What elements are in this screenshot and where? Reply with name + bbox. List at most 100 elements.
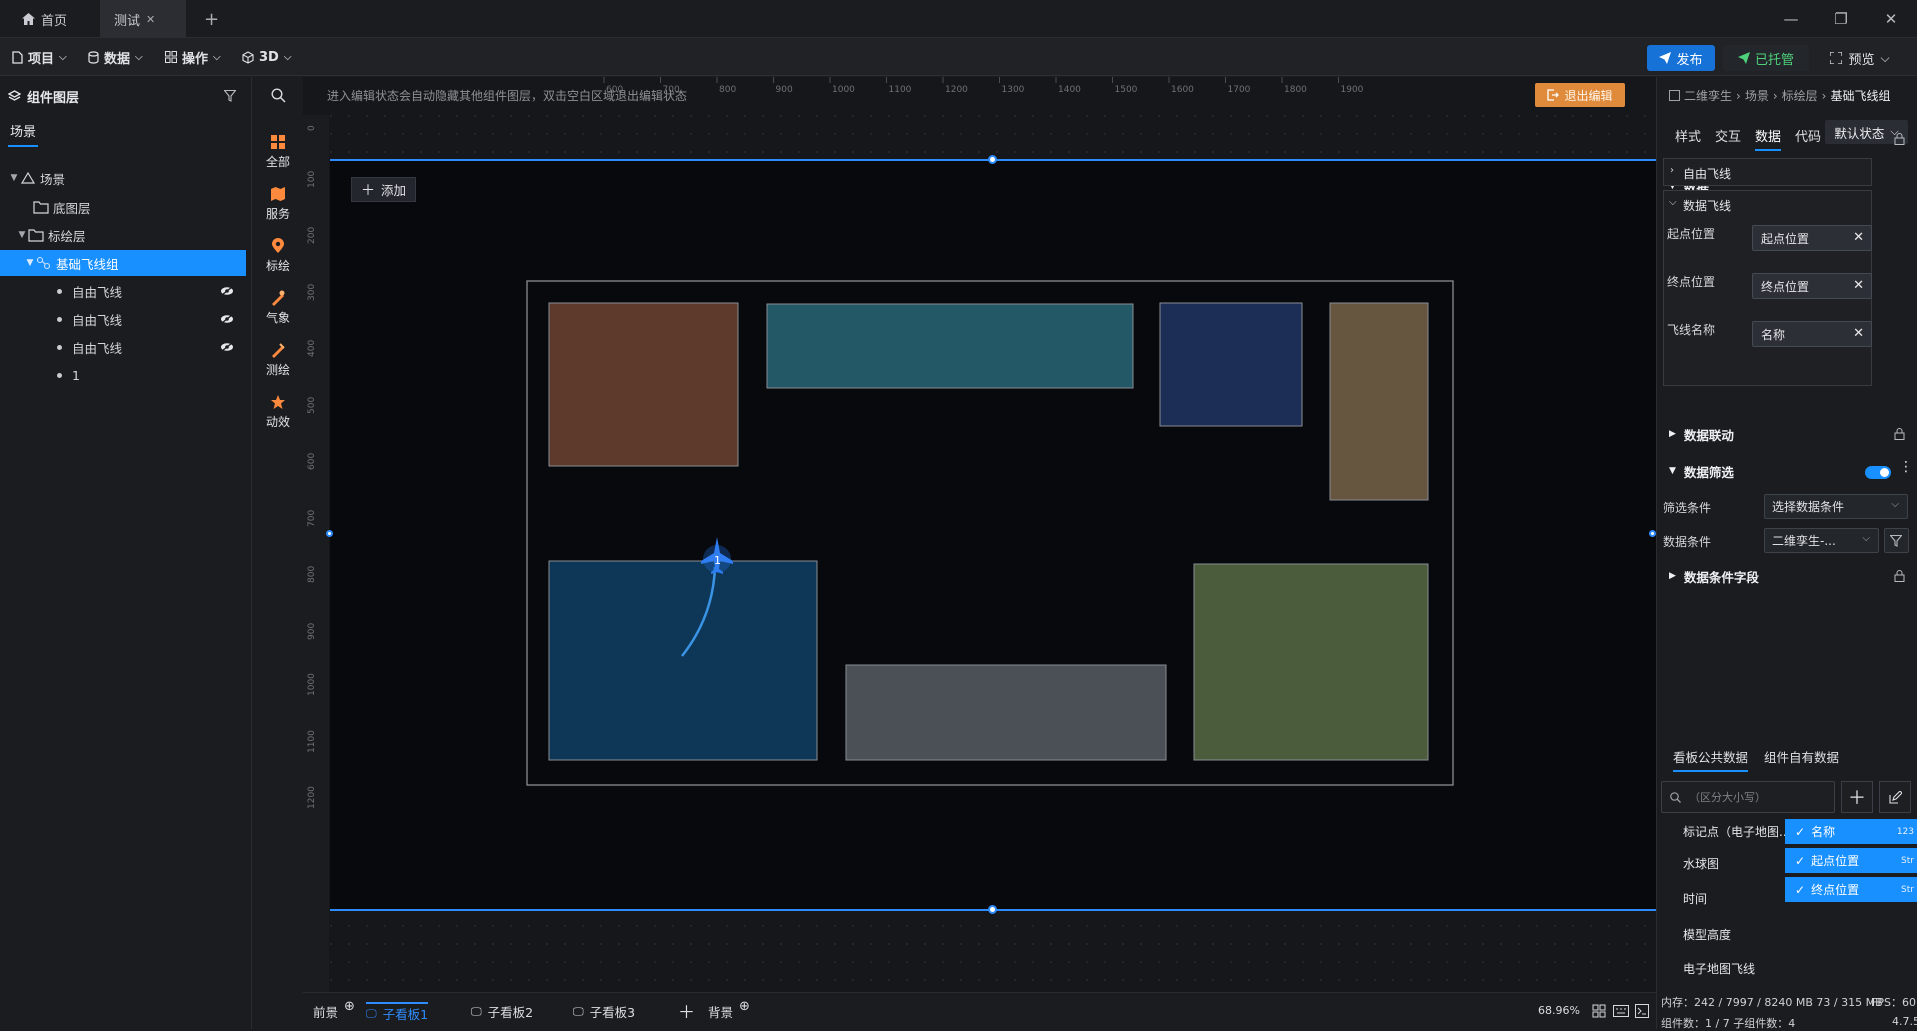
restore-button[interactable]: ❐ <box>1830 8 1852 30</box>
tab-interaction[interactable]: 交互 <box>1715 126 1741 145</box>
tab-scene[interactable]: 场景 <box>8 121 39 147</box>
zoom-level[interactable]: 68.96% <box>1538 1004 1580 1017</box>
clear-icon[interactable]: ✕ <box>1853 326 1864 341</box>
end-position-field[interactable]: 终点位置 ✕ <box>1752 273 1872 299</box>
tree-item-basemap-layer[interactable]: 底图层 <box>0 194 246 220</box>
field-start-checked[interactable]: ✓ 起点位置 Str <box>1785 848 1917 873</box>
tree-item-1[interactable]: 1 <box>0 362 246 388</box>
field-name-checked[interactable]: ✓ 名称 123 <box>1785 819 1917 844</box>
breadcrumb-item[interactable]: 场景 <box>1745 87 1769 104</box>
terminal-icon[interactable] <box>1635 1004 1649 1018</box>
data-list-item[interactable]: 水球图 <box>1683 855 1719 872</box>
eye-hidden-icon[interactable] <box>220 342 234 352</box>
filter-icon[interactable] <box>224 90 236 102</box>
close-icon[interactable]: ✕ <box>146 13 155 26</box>
data-list-item[interactable]: 标记点（电子地图... <box>1683 823 1790 840</box>
sub-board-3-tab[interactable]: 🖵 子看板3 <box>573 1002 635 1021</box>
background-tab[interactable]: 背景 ⊕ <box>708 999 750 1021</box>
tab-code[interactable]: 代码 <box>1795 126 1821 145</box>
tab-own-data[interactable]: 组件自有数据 <box>1764 747 1839 766</box>
clear-icon[interactable]: ✕ <box>1853 230 1864 245</box>
breadcrumb-item[interactable]: 标绘层 <box>1782 87 1818 104</box>
close-window-button[interactable]: ✕ <box>1880 8 1902 30</box>
sub-board-1-tab[interactable]: 🖵 子看板1 <box>366 1002 429 1023</box>
data-list-item[interactable]: 模型高度 <box>1683 926 1731 943</box>
start-position-field[interactable]: 起点位置 ✕ <box>1752 225 1872 251</box>
search-icon[interactable] <box>271 88 286 103</box>
minimize-button[interactable]: — <box>1780 8 1802 30</box>
tree-item-free-flyline-3[interactable]: 自由飞线 <box>0 334 246 360</box>
tab-public-data[interactable]: 看板公共数据 <box>1673 747 1749 772</box>
eye-hidden-icon[interactable] <box>220 314 234 324</box>
caret-down-icon[interactable]: ▼ <box>8 173 20 183</box>
breadcrumb-item[interactable]: 二维孪生 <box>1684 87 1732 104</box>
filter-condition-label: 筛选条件 <box>1663 501 1712 515</box>
add-circle-icon[interactable]: ⊕ <box>344 999 355 1014</box>
tree-item-flyline-group[interactable]: ▼ 基础飞线组 <box>0 250 246 276</box>
filter-condition-select[interactable]: 选择数据条件 ⌵ <box>1764 494 1908 519</box>
sub-board-2-tab[interactable]: 🖵 子看板2 <box>471 1002 533 1021</box>
folder-icon <box>28 229 44 242</box>
data-source-tabs: 看板公共数据 组件自有数据 <box>1657 741 1917 772</box>
menu-data[interactable]: 数据 ⌵ <box>88 47 143 67</box>
tab-test[interactable]: 测试 ✕ <box>100 0 186 38</box>
category-survey[interactable]: 测绘 <box>253 335 303 385</box>
filter-condition-value: 选择数据条件 <box>1772 500 1845 514</box>
menu-operation[interactable]: 操作 ⌵ <box>165 47 221 67</box>
section-linkage-header[interactable]: ▶ 数据联动 <box>1669 423 1734 445</box>
hosted-button[interactable]: 已托管 <box>1723 45 1809 71</box>
category-plot[interactable]: 标绘 <box>253 231 303 281</box>
add-board-button[interactable]: ＋ <box>678 998 695 1023</box>
data-flyline-panel: ⌵ 数据飞线 起点位置 起点位置 ✕ 终点位置 终点位置 ✕ 飞线名称 名称 ✕ <box>1663 190 1872 386</box>
new-tab-button[interactable]: + <box>190 0 233 38</box>
more-icon[interactable]: ⋮ <box>1899 459 1913 475</box>
tab-test-label: 测试 <box>114 13 141 29</box>
add-data-button[interactable]: ＋ <box>1841 781 1873 813</box>
flyline-name-field[interactable]: 名称 ✕ <box>1752 321 1872 347</box>
edit-data-button[interactable] <box>1879 781 1911 813</box>
category-service[interactable]: 服务 <box>253 179 303 229</box>
filter-settings-button[interactable] <box>1884 528 1909 553</box>
tree-item-plot-layer[interactable]: ▼ 标绘层 <box>0 222 246 248</box>
section-filter-header[interactable]: ▼ 数据筛选 <box>1669 460 1734 482</box>
tab-home[interactable]: 首页 <box>8 0 81 38</box>
menu-project[interactable]: 项目 ⌵ <box>12 47 67 67</box>
clear-icon[interactable]: ✕ <box>1853 278 1864 293</box>
menu-3d[interactable]: 3D ⌵ <box>242 47 291 67</box>
tree-item-scene[interactable]: ▼ 场景 <box>0 165 246 191</box>
free-flyline-panel[interactable]: › 自由飞线 <box>1663 158 1872 186</box>
canvas-area[interactable]: 600 700 800 900 1000 1100 1200 1300 1400 1500 1600… <box>303 77 1656 992</box>
tab-style[interactable]: 样式 <box>1675 126 1701 145</box>
add-circle-icon[interactable]: ⊕ <box>739 999 750 1014</box>
tree-item-free-flyline-1[interactable]: 自由飞线 <box>0 278 246 304</box>
chevron-down-icon[interactable]: ⌵ <box>1669 197 1677 208</box>
caret-down-icon[interactable]: ▼ <box>16 230 28 240</box>
data-search-input[interactable]: （区分大小写） <box>1661 781 1835 813</box>
fit-screen-icon[interactable] <box>1592 1004 1606 1018</box>
board-tab-bar: 前景 ⊕ 🖵 子看板1 🖵 子看板2 🖵 子看板3 ＋ 背景 ⊕ 68.96% <box>303 992 1656 1029</box>
data-condition-select[interactable]: 二维孪生-... ⌵ <box>1764 528 1879 553</box>
category-all[interactable]: 全部 <box>253 127 303 177</box>
caret-down-icon[interactable]: ▼ <box>24 258 36 268</box>
category-effect[interactable]: 动效 <box>253 387 303 437</box>
survey-icon <box>272 343 285 358</box>
field-end-checked[interactable]: ✓ 终点位置 Str <box>1785 877 1917 902</box>
category-label: 全部 <box>265 155 290 169</box>
keyboard-icon[interactable] <box>1613 1005 1629 1017</box>
section-cond-fields-header[interactable]: ▶ 数据条件字段 <box>1669 565 1759 587</box>
data-list-item[interactable]: 电子地图飞线 <box>1683 960 1755 977</box>
filter-toggle[interactable] <box>1865 466 1891 479</box>
layers-icon <box>8 89 21 101</box>
lock-icon[interactable] <box>1894 427 1905 440</box>
lock-icon[interactable] <box>1894 569 1905 582</box>
preview-button[interactable]: 预览 ⌵ <box>1815 45 1905 71</box>
lock-icon[interactable] <box>1894 132 1905 145</box>
foreground-tab[interactable]: 前景 ⊕ <box>313 999 355 1021</box>
eye-hidden-icon[interactable] <box>220 286 234 296</box>
category-weather[interactable]: 气象 <box>253 283 303 333</box>
tab-data[interactable]: 数据 <box>1755 126 1782 151</box>
tree-item-free-flyline-2[interactable]: 自由飞线 <box>0 306 246 332</box>
flyline-marker-label: 1 <box>714 554 721 567</box>
data-list-item[interactable]: 时间 <box>1683 890 1707 907</box>
publish-button[interactable]: 发布 <box>1647 45 1715 71</box>
